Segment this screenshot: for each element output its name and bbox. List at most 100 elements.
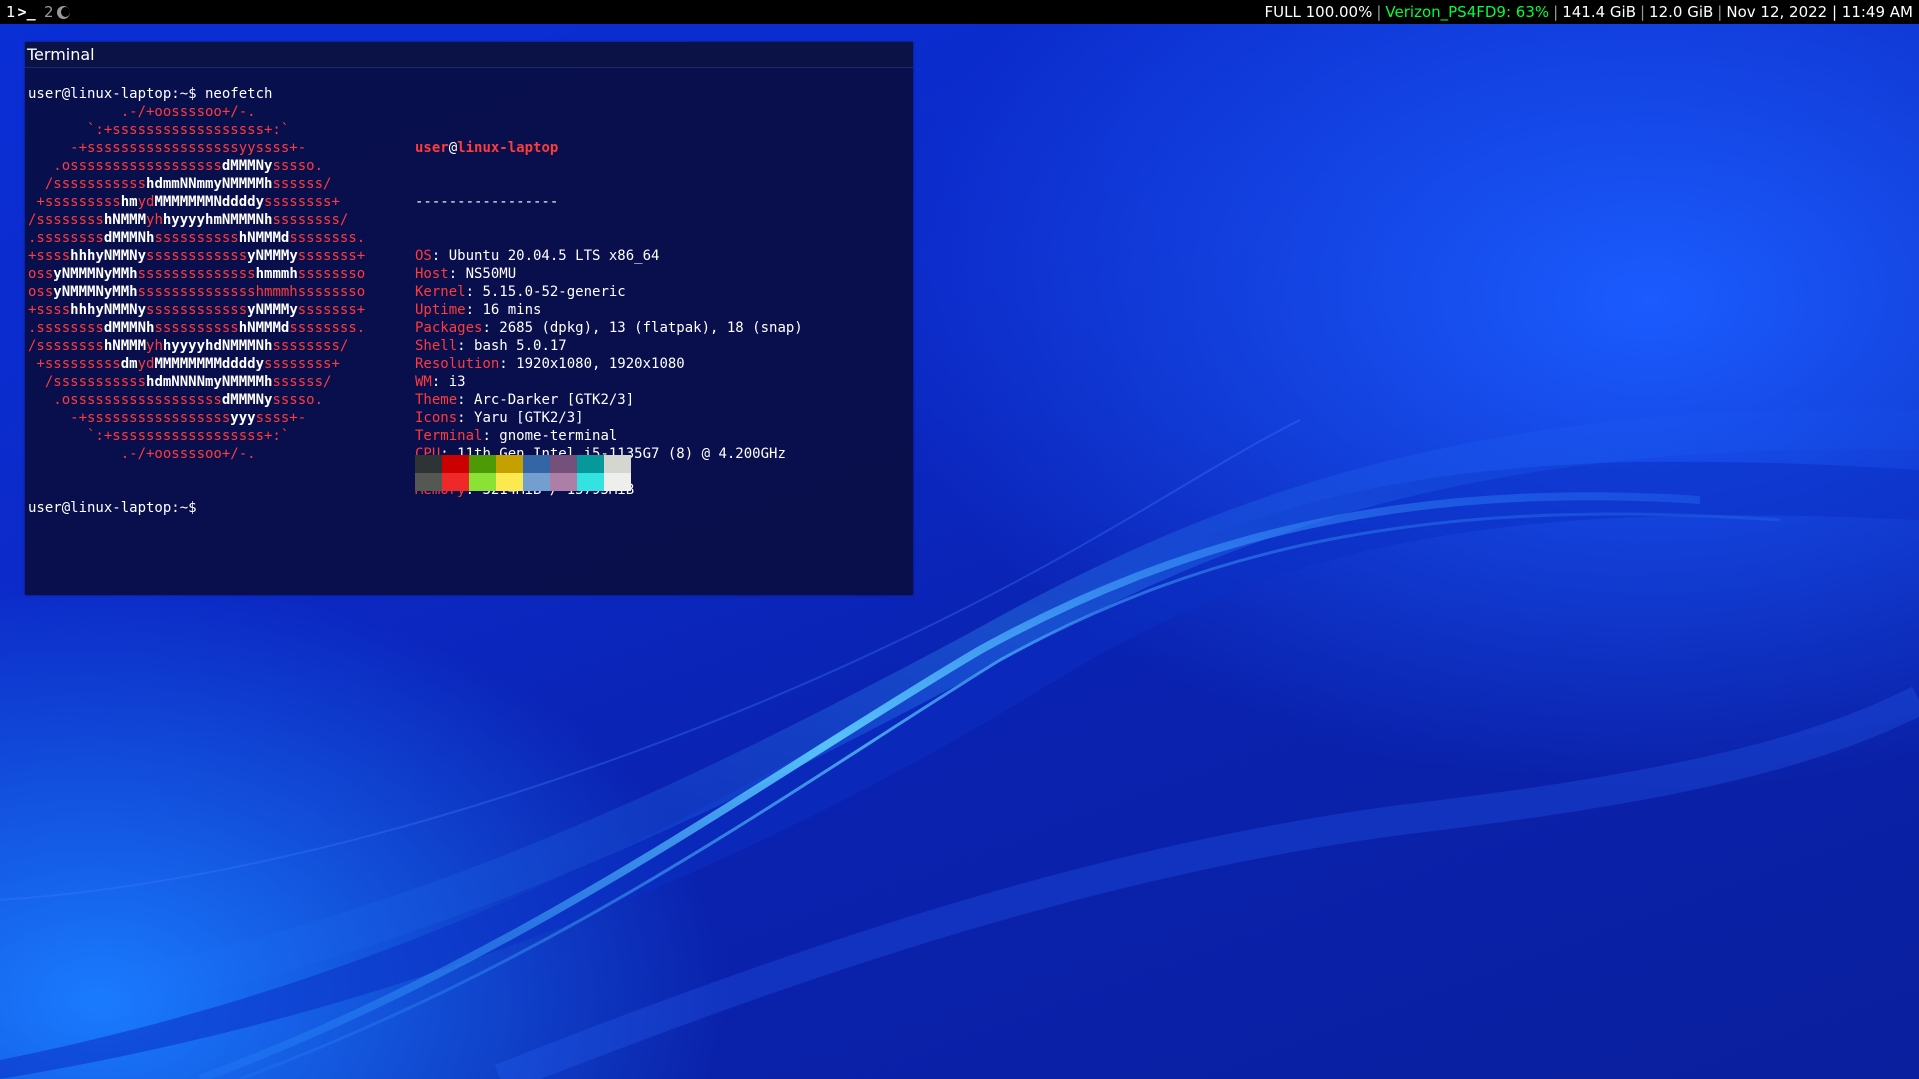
- logo-line: +sssshhhyNMMNyssssssssssssyNMMMysssssss+: [28, 301, 408, 319]
- logo-segment: yd: [137, 356, 155, 372]
- logo-segment: hm: [120, 194, 138, 210]
- datetime-status: Nov 12, 2022 | 11:49 AM: [1726, 3, 1913, 21]
- terminal-titlebar[interactable]: Terminal: [25, 42, 913, 68]
- color-swatch: [469, 455, 496, 473]
- color-swatch: [604, 473, 631, 491]
- workspace-button-2[interactable]: 2: [40, 0, 74, 24]
- status-separator: |: [1553, 3, 1559, 21]
- logo-segment: .-/+oossssoo+/-.: [28, 446, 256, 462]
- workspace-number: 1: [6, 3, 16, 21]
- window-title: Terminal: [27, 45, 95, 64]
- logo-segment: hdmmNNmmyNMMMMh: [146, 176, 273, 192]
- logo-segment: hyyyyhmNMMMNh: [162, 212, 273, 228]
- logo-segment: yNMMMy: [247, 302, 298, 318]
- status-blocks: FULL 100.00% | Verizon_PS4FD9: 63% | 141.4 G…: [1265, 0, 1913, 24]
- info-colon: :: [457, 392, 475, 408]
- color-swatch: [496, 473, 523, 491]
- logo-segment: yNMMMy: [247, 248, 298, 264]
- info-value: 1920x1080, 1920x1080: [516, 356, 685, 372]
- logo-segment: yyy: [230, 410, 256, 426]
- shell-prompt[interactable]: user@linux-laptop:~$: [28, 499, 197, 517]
- logo-segment: hhhyNMMNy: [70, 302, 147, 318]
- logo-segment: ssssssssssssss: [137, 266, 256, 282]
- logo-line: /ssssssssssshdmmNNmmyNMMMMhssssss/: [28, 175, 408, 193]
- info-colon: :: [457, 338, 475, 354]
- info-row: Icons: Yaru [GTK2/3]: [415, 409, 895, 427]
- logo-line: -+sssssssssssssssssyyyssss+-: [28, 409, 408, 427]
- terminal-prompt-icon: >_: [17, 3, 36, 21]
- info-value: bash 5.0.17: [474, 338, 567, 354]
- info-row: Theme: Arc-Darker [GTK2/3]: [415, 391, 895, 409]
- color-palette: [415, 455, 631, 491]
- logo-segment: ssssss/: [272, 374, 332, 390]
- logo-line: /sssssssshNMMMyhhyyyyhdNMMMNhssssssss/: [28, 337, 408, 355]
- moon-icon: [56, 6, 70, 19]
- logo-line: .ssssssssdMMMNhsssssssssshNMMMdssssssss.: [28, 229, 408, 247]
- info-value: Arc-Darker [GTK2/3]: [474, 392, 635, 408]
- logo-segment: ssssssss.: [289, 230, 366, 246]
- logo-segment: +sssssssss: [28, 194, 121, 210]
- logo-segment: ssssss/: [272, 176, 332, 192]
- workspace-number: 2: [44, 3, 54, 21]
- logo-line: .-/+oossssoo+/-.: [28, 103, 408, 121]
- info-value: gnome-terminal: [499, 428, 618, 444]
- battery-status: FULL 100.00%: [1264, 3, 1373, 21]
- logo-line: .-/+oossssoo+/-.: [28, 445, 408, 463]
- logo-segment: ssssssssssss: [146, 248, 248, 264]
- info-key: Uptime: [415, 302, 466, 318]
- logo-segment: hNMMM: [103, 338, 147, 354]
- palette-row: [415, 473, 631, 491]
- terminal-window[interactable]: Terminal user@linux-laptop:~$ neofetch .…: [25, 42, 913, 595]
- logo-segment: yh: [146, 212, 163, 228]
- logo-segment: dMMMNy: [221, 158, 273, 174]
- logo-segment: hdmNNNNmyNMMMMh: [146, 374, 273, 390]
- logo-segment: hyyyyhdNMMMNh: [162, 338, 273, 354]
- info-key: Packages: [415, 320, 483, 336]
- color-swatch: [469, 473, 496, 491]
- info-key: Host: [415, 266, 449, 282]
- info-colon: :: [457, 410, 475, 426]
- info-colon: :: [482, 428, 500, 444]
- logo-segment: .ossssssssssssssssss: [28, 158, 222, 174]
- info-value: Yaru [GTK2/3]: [474, 410, 584, 426]
- info-value: 5.15.0-52-generic: [482, 284, 626, 300]
- memory-status: 12.0 GiB: [1649, 3, 1714, 21]
- info-value: 16 mins: [482, 302, 542, 318]
- color-swatch: [523, 473, 550, 491]
- logo-segment: /sssssssssss: [28, 374, 147, 390]
- info-row: WM: i3: [415, 373, 895, 391]
- color-swatch: [523, 455, 550, 473]
- info-row: Terminal: gnome-terminal: [415, 427, 895, 445]
- logo-segment: hmmmh: [255, 266, 298, 282]
- color-swatch: [577, 455, 604, 473]
- color-swatch: [550, 455, 577, 473]
- palette-row: [415, 455, 631, 473]
- logo-segment: ssssssssss: [154, 320, 239, 336]
- logo-line: `:+ssssssssssssssssss+:`: [28, 121, 408, 139]
- logo-segment: ssss+-: [255, 410, 307, 426]
- info-row: Packages: 2685 (dpkg), 13 (flatpak), 18 …: [415, 319, 895, 337]
- logo-segment: +sssssssss: [28, 356, 121, 372]
- at-sign: @: [448, 140, 458, 156]
- logo-line: ossyNMMMNyMMhsssssssssssssshmmmhssssssso: [28, 265, 408, 283]
- workspace-button-1[interactable]: 1 >_: [2, 0, 40, 24]
- terminal-body[interactable]: user@linux-laptop:~$ neofetch .-/+oossss…: [28, 85, 908, 585]
- logo-segment: ssssssso: [297, 266, 366, 282]
- info-colon: :: [465, 302, 483, 318]
- logo-segment: hNMMM: [103, 212, 147, 228]
- logo-segment: -+sssssssssssssssss: [28, 410, 231, 426]
- logo-segment: sssssssssssssshmmmhssssssso: [137, 284, 366, 300]
- i3-status-bar: 1 >_ 2 FULL 100.00% | Verizon_PS4FD9: 63% | 1…: [0, 0, 1919, 24]
- color-swatch: [442, 455, 469, 473]
- info-key: Resolution: [415, 356, 500, 372]
- logo-line: +ssssssssshmydMMMMMMMNddddyssssssss+: [28, 193, 408, 211]
- logo-segment: ssssssss/: [272, 338, 349, 354]
- logo-segment: .ssssssss: [28, 320, 104, 336]
- logo-segment: yd: [137, 194, 155, 210]
- info-row: Shell: bash 5.0.17: [415, 337, 895, 355]
- logo-segment: MMMMMMMMddddy: [154, 356, 265, 372]
- logo-line: .ssssssssdMMMNhsssssssssshNMMMdssssssss.: [28, 319, 408, 337]
- disk-status: 141.4 GiB: [1562, 3, 1636, 21]
- info-key: Icons: [415, 410, 458, 426]
- logo-line: /ssssssssssshdmNNNNmyNMMMMhssssss/: [28, 373, 408, 391]
